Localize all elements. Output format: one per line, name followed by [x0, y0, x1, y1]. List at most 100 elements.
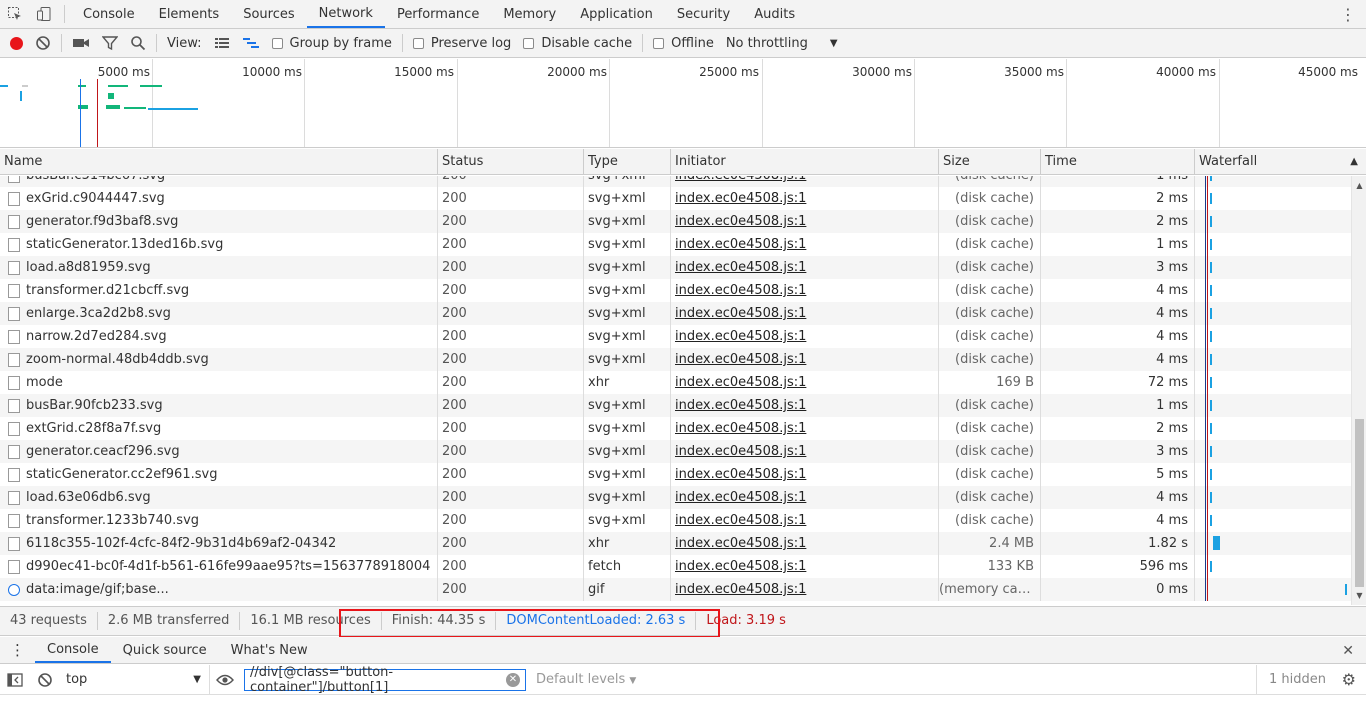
column-header-name[interactable]: Name [0, 149, 438, 175]
table-row[interactable]: zoom-normal.48db4ddb.svg 200 svg+xml index.… [0, 348, 1351, 371]
drawer-menu-icon[interactable]: ⋮ [0, 637, 35, 663]
column-header-waterfall[interactable]: Waterfall ▲ [1195, 149, 1366, 175]
clear-button[interactable] [29, 29, 57, 58]
table-row[interactable]: exGrid.c9044447.svg 200 svg+xml index.ec0e4… [0, 187, 1351, 210]
table-row[interactable]: extGrid.c28f8a7f.svg 200 svg+xml index.ec0e… [0, 417, 1351, 440]
more-menu-icon[interactable]: ⋮ [1340, 0, 1356, 29]
clear-filter-icon[interactable]: ✕ [506, 672, 520, 687]
console-filter-input[interactable]: //div[@class="button-container"]/button[… [244, 665, 526, 695]
overview-toggle-button[interactable] [236, 29, 266, 58]
cell-name[interactable]: staticGenerator.cc2ef961.svg [0, 463, 438, 486]
table-row[interactable]: d990ec41-bc0f-4d1f-b561-616fe99aae95?ts=… [0, 555, 1351, 578]
cell-initiator[interactable]: index.ec0e4508.js:1 [671, 187, 939, 210]
offline-checkbox[interactable]: Offline [647, 29, 720, 58]
cell-name[interactable]: d990ec41-bc0f-4d1f-b561-616fe99aae95?ts=… [0, 555, 438, 578]
scroll-up-icon[interactable]: ▲ [1352, 178, 1366, 193]
cell-initiator[interactable]: index.ec0e4508.js:1 [671, 394, 939, 417]
checkbox[interactable] [271, 37, 283, 49]
table-row[interactable]: narrow.2d7ed284.svg 200 svg+xml index.ec0e4… [0, 325, 1351, 348]
checkbox[interactable] [412, 37, 424, 49]
cell-initiator[interactable]: index.ec0e4508.js:1 [671, 509, 939, 532]
cell-name[interactable]: busBar.90fcb233.svg [0, 394, 438, 417]
tab-security[interactable]: Security [665, 0, 742, 28]
cell-name[interactable]: 6118c355-102f-4cfc-84f2-9b31d4b69af2-043… [0, 532, 438, 555]
filter-button[interactable] [96, 29, 124, 58]
console-settings-icon[interactable]: ⚙ [1342, 665, 1356, 695]
clear-console-button[interactable] [30, 665, 60, 695]
context-select[interactable]: top ▼ [60, 664, 210, 695]
checkbox[interactable] [523, 37, 535, 49]
column-header-size[interactable]: Size [939, 149, 1041, 175]
cell-initiator[interactable]: index.ec0e4508.js:1 [671, 176, 939, 187]
drawer-tab-quick-source[interactable]: Quick source [111, 637, 219, 663]
cell-name[interactable]: busBar.c514bc67.svg [0, 176, 438, 187]
cell-initiator[interactable]: index.ec0e4508.js:1 [671, 532, 939, 555]
device-toolbar-icon[interactable] [29, 0, 58, 28]
table-row[interactable]: transformer.d21cbcff.svg 200 svg+xml index.… [0, 279, 1351, 302]
capture-screenshots-button[interactable] [66, 29, 96, 58]
record-button[interactable] [0, 29, 29, 58]
search-button[interactable] [124, 29, 152, 58]
cell-name[interactable]: generator.f9d3baf8.svg [0, 210, 438, 233]
cell-name[interactable]: mode [0, 371, 438, 394]
disable-cache-checkbox[interactable]: Disable cache [517, 29, 638, 58]
vertical-scrollbar[interactable]: ▲ ▼ [1351, 176, 1366, 605]
group-by-frame-checkbox[interactable]: Group by frame [266, 29, 398, 58]
console-prompt[interactable] [0, 695, 1366, 705]
cell-name[interactable]: extGrid.c28f8a7f.svg [0, 417, 438, 440]
log-levels-select[interactable]: Default levels ▼ [536, 672, 636, 687]
cell-initiator[interactable]: index.ec0e4508.js:1 [671, 233, 939, 256]
table-row[interactable]: generator.ceacf296.svg 200 svg+xml index.ec… [0, 440, 1351, 463]
tab-elements[interactable]: Elements [147, 0, 232, 28]
cell-name[interactable]: generator.ceacf296.svg [0, 440, 438, 463]
close-drawer-icon[interactable]: ✕ [1342, 637, 1354, 664]
cell-initiator[interactable]: index.ec0e4508.js:1 [671, 440, 939, 463]
cell-name[interactable]: narrow.2d7ed284.svg [0, 325, 438, 348]
cell-name[interactable]: load.a8d81959.svg [0, 256, 438, 279]
column-header-time[interactable]: Time [1041, 149, 1195, 175]
cell-name[interactable]: enlarge.3ca2d2b8.svg [0, 302, 438, 325]
scrollbar-thumb[interactable] [1355, 419, 1364, 587]
cell-initiator[interactable]: index.ec0e4508.js:1 [671, 210, 939, 233]
cell-name[interactable]: transformer.d21cbcff.svg [0, 279, 438, 302]
cell-initiator[interactable]: index.ec0e4508.js:1 [671, 555, 939, 578]
large-rows-button[interactable] [208, 29, 236, 58]
table-row[interactable]: load.63e06db6.svg 200 svg+xml index.ec0e450… [0, 486, 1351, 509]
cell-initiator[interactable]: index.ec0e4508.js:1 [671, 302, 939, 325]
tab-network[interactable]: Network [306, 0, 385, 28]
tab-memory[interactable]: Memory [491, 0, 568, 28]
tab-audits[interactable]: Audits [742, 0, 807, 28]
cell-name[interactable]: staticGenerator.13ded16b.svg [0, 233, 438, 256]
table-row[interactable]: staticGenerator.cc2ef961.svg 200 svg+xml in… [0, 463, 1351, 486]
inspect-element-icon[interactable] [0, 0, 29, 28]
tab-performance[interactable]: Performance [385, 0, 491, 28]
cell-name[interactable]: load.63e06db6.svg [0, 486, 438, 509]
cell-initiator[interactable]: index.ec0e4508.js:1 [671, 417, 939, 440]
cell-initiator[interactable]: index.ec0e4508.js:1 [671, 348, 939, 371]
table-row[interactable]: generator.f9d3baf8.svg 200 svg+xml index.ec… [0, 210, 1351, 233]
cell-initiator[interactable]: index.ec0e4508.js:1 [671, 325, 939, 348]
drawer-tab-whats-new[interactable]: What's New [219, 637, 320, 663]
tab-console[interactable]: Console [71, 0, 147, 28]
network-overview[interactable]: 5000 ms 10000 ms 15000 ms 20000 ms 25000… [0, 59, 1366, 148]
table-row[interactable]: 6118c355-102f-4cfc-84f2-9b31d4b69af2-043… [0, 532, 1351, 555]
drawer-tab-console[interactable]: Console [35, 637, 111, 663]
cell-name[interactable]: exGrid.c9044447.svg [0, 187, 438, 210]
table-row[interactable]: busBar.c514bc67.svg 200svg+xmlindex.ec0e4… [0, 176, 1351, 187]
tab-application[interactable]: Application [568, 0, 665, 28]
checkbox[interactable] [653, 37, 665, 49]
column-header-initiator[interactable]: Initiator [671, 149, 939, 175]
table-row[interactable]: load.a8d81959.svg 200 svg+xml index.ec0e450… [0, 256, 1351, 279]
table-row[interactable]: data:image/gif;base... 200 gif index.ec0e45… [0, 578, 1351, 601]
table-row[interactable]: busBar.90fcb233.svg 200 svg+xml index.ec0e4… [0, 394, 1351, 417]
cell-name[interactable]: zoom-normal.48db4ddb.svg [0, 348, 438, 371]
cell-initiator[interactable]: index.ec0e4508.js:1 [671, 279, 939, 302]
scroll-down-icon[interactable]: ▼ [1352, 588, 1366, 603]
preserve-log-checkbox[interactable]: Preserve log [407, 29, 517, 58]
live-expression-button[interactable] [210, 665, 240, 695]
table-row[interactable]: mode 200 xhr index.ec0e4508.js:1 169 B 72 ms [0, 371, 1351, 394]
cell-initiator[interactable]: index.ec0e4508.js:1 [671, 463, 939, 486]
column-header-type[interactable]: Type [584, 149, 671, 175]
table-row[interactable]: enlarge.3ca2d2b8.svg 200 svg+xml index.ec0e… [0, 302, 1351, 325]
cell-initiator[interactable]: index.ec0e4508.js:1 [671, 371, 939, 394]
